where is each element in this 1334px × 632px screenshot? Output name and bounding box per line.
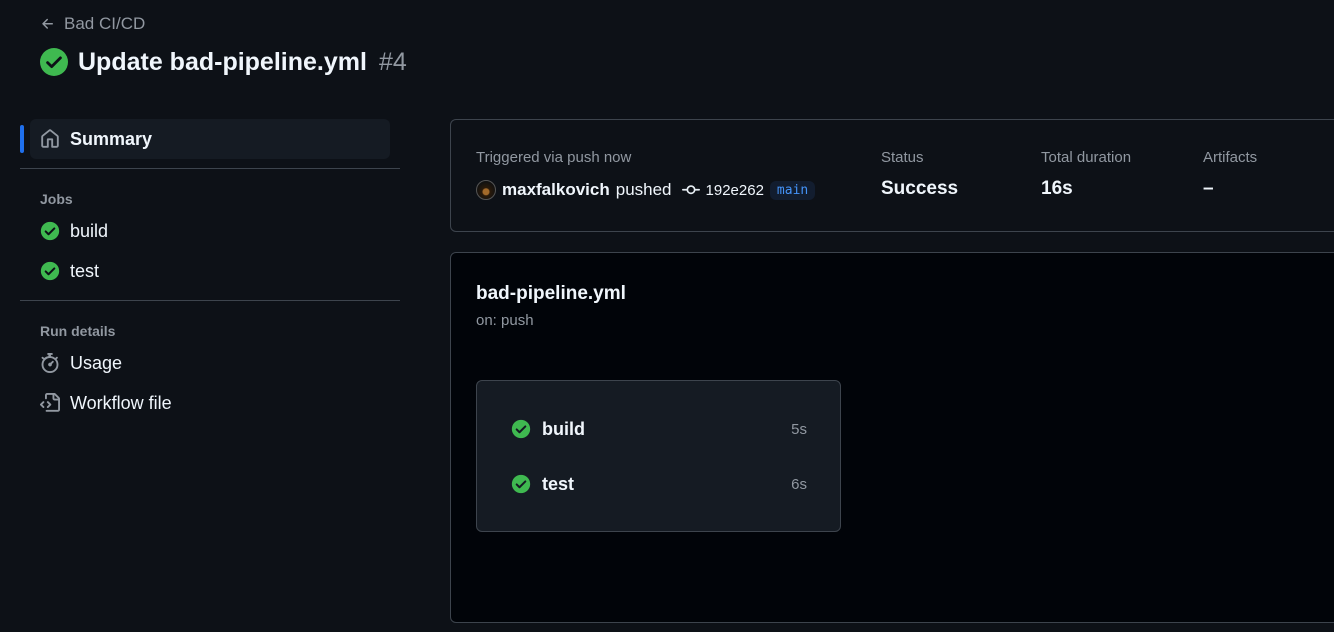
file-code-icon	[40, 393, 60, 412]
job-duration: 5s	[791, 420, 807, 438]
check-circle-icon	[511, 419, 531, 439]
check-circle-icon	[40, 261, 60, 281]
trigger-action: pushed	[615, 180, 672, 199]
trigger-label: Triggered via push now	[476, 149, 632, 166]
duration-label: Total duration	[1041, 149, 1132, 166]
run-details-list: Usage Workflow file	[20, 343, 400, 423]
artifacts-stat: Artifacts –	[1203, 149, 1257, 200]
avatar[interactable]	[476, 180, 496, 200]
sidebar-item-label: Workflow file	[70, 392, 172, 413]
sidebar: Summary Jobs build test Run details Usag…	[20, 119, 400, 423]
main-content: Triggered via push now maxfalkovich push…	[450, 119, 1334, 623]
workflow-name: bad-pipeline.yml	[476, 283, 626, 304]
sidebar-item-label: build	[70, 220, 109, 241]
back-link[interactable]: Bad CI/CD	[40, 12, 407, 36]
branch-badge[interactable]: main	[769, 180, 816, 200]
run-header: Bad CI/CD Update bad-pipeline.yml #4	[40, 12, 407, 80]
sidebar-item-workflow-file[interactable]: Workflow file	[20, 383, 400, 423]
job-name: test	[542, 473, 575, 494]
active-indicator	[20, 125, 24, 153]
divider	[20, 300, 400, 301]
workflow-graph-card: bad-pipeline.yml on: push build 5s test …	[450, 252, 1334, 623]
stopwatch-icon	[41, 353, 59, 373]
sidebar-item-usage[interactable]: Usage	[20, 343, 400, 383]
sidebar-item-summary[interactable]: Summary	[20, 119, 390, 159]
job-duration: 6s	[791, 475, 807, 493]
duration-value: 16s	[1041, 178, 1073, 199]
back-link-label: Bad CI/CD	[64, 14, 146, 33]
title-row: Update bad-pipeline.yml #4	[40, 44, 407, 80]
arrow-left-icon	[42, 18, 53, 29]
duration-stat: Total duration 16s	[1041, 149, 1131, 200]
sidebar-item-label: Usage	[70, 352, 123, 373]
job-node-build[interactable]: build 5s	[511, 417, 807, 441]
trigger-row: maxfalkovich pushed 192e262 main	[476, 178, 816, 202]
run-details-heading: Run details	[40, 323, 116, 339]
jobs-heading: Jobs	[40, 191, 73, 207]
status-label: Status	[881, 149, 924, 166]
git-commit-icon	[681, 185, 700, 195]
artifacts-value: –	[1203, 178, 1214, 199]
job-node-test[interactable]: test 6s	[511, 472, 807, 496]
check-circle-icon	[40, 221, 60, 241]
job-name: build	[542, 418, 585, 439]
page-title: Update bad-pipeline.yml	[78, 47, 367, 76]
commit-sha-link[interactable]: 192e262	[706, 182, 764, 199]
artifacts-label: Artifacts	[1203, 149, 1258, 166]
workflow-trigger: on: push	[476, 312, 534, 329]
check-circle-icon	[511, 474, 531, 494]
sidebar-item-label: Summary	[70, 128, 153, 149]
divider	[20, 168, 400, 169]
run-number: #4	[378, 47, 407, 76]
jobs-list: build test	[20, 211, 400, 291]
sidebar-item-build[interactable]: build	[20, 211, 400, 251]
run-summary-card: Triggered via push now maxfalkovich push…	[450, 119, 1334, 232]
sidebar-item-label: test	[70, 260, 100, 281]
sidebar-item-test[interactable]: test	[20, 251, 400, 291]
jobs-group: build 5s test 6s	[476, 380, 841, 532]
actor-link[interactable]: maxfalkovich	[502, 180, 610, 200]
check-circle-icon	[40, 48, 68, 76]
home-icon	[41, 129, 59, 148]
status-value: Success	[881, 178, 959, 199]
status-stat: Status Success	[881, 149, 958, 200]
